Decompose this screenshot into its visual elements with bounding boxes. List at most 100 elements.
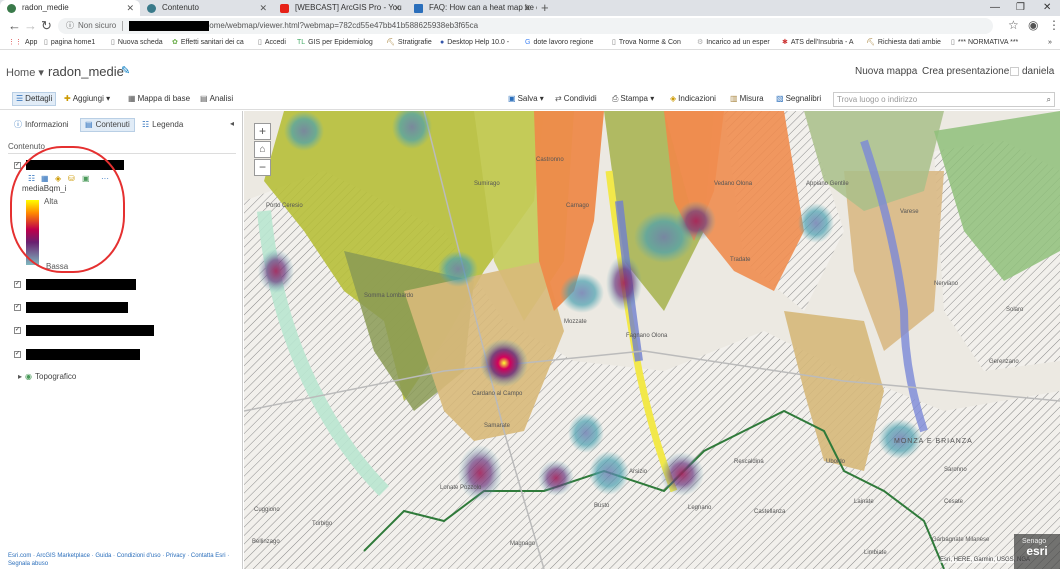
bookmark-item[interactable]: ▯ Nuova scheda bbox=[111, 37, 163, 49]
create-presentation-link[interactable]: Crea presentazione bbox=[922, 66, 1009, 77]
bookmark-item[interactable]: ▯ Accedi bbox=[258, 37, 286, 49]
contents-icon: ▤ bbox=[85, 120, 93, 129]
avatar[interactable] bbox=[1010, 67, 1019, 76]
add-button[interactable]: ✚ Aggiungi ▾ bbox=[64, 93, 110, 105]
forward-icon[interactable]: → bbox=[24, 18, 37, 33]
bookmark-item[interactable]: TL GIS per Epidemiolog bbox=[297, 37, 373, 49]
bookmark-item[interactable]: ⛏ Stratigrafie bbox=[386, 37, 432, 49]
share-icon: ⇄ bbox=[555, 94, 562, 103]
tab-contenuto[interactable]: Contenuto ✕ bbox=[140, 0, 273, 16]
page-icon: ▯ bbox=[951, 39, 955, 46]
bookmark-item[interactable]: ▯ pagina home1 bbox=[44, 37, 95, 49]
menu-icon[interactable]: ⋮ bbox=[1048, 18, 1060, 32]
place-label: Porto Ceresio bbox=[266, 203, 303, 209]
bookmark-item[interactable]: ● Desktop Help 10.0 - bbox=[440, 37, 509, 49]
place-label: Appiano Gentile bbox=[806, 181, 849, 187]
layer-checkbox[interactable]: ✓ bbox=[14, 281, 21, 288]
place-label: Mozzate bbox=[564, 319, 587, 325]
gear-icon: ⚙ bbox=[697, 39, 704, 46]
back-icon[interactable]: ← bbox=[8, 18, 21, 33]
place-label: Magnago bbox=[510, 541, 536, 547]
bookmark-item[interactable]: ⛏ Richiesta dati ambie bbox=[866, 37, 941, 49]
page-icon: ▯ bbox=[111, 39, 115, 46]
new-map-link[interactable]: Nuova mappa bbox=[855, 66, 917, 77]
home-menu[interactable]: Home ▾ bbox=[6, 66, 44, 79]
minimize-button[interactable]: — bbox=[990, 0, 1000, 15]
place-label: Cesate bbox=[944, 499, 964, 505]
print-icon: ⎙ bbox=[612, 94, 619, 103]
place-label: Castellanza bbox=[754, 509, 786, 515]
search-input[interactable]: Trova luogo o indirizzo ⌕ bbox=[833, 92, 1055, 107]
bookmark-item[interactable]: ⚙ Incarico ad un esper bbox=[697, 37, 770, 49]
basemap-layer-item[interactable]: ▸ ◉ Topografico bbox=[18, 372, 76, 381]
star-icon[interactable]: ☆ bbox=[1008, 18, 1019, 32]
maximize-button[interactable]: ❐ bbox=[1016, 0, 1025, 15]
redacted-layer-name bbox=[26, 279, 136, 290]
close-window-button[interactable]: ✕ bbox=[1043, 0, 1051, 15]
info-icon: ⓘ bbox=[14, 120, 22, 129]
measure-button[interactable]: ▥ Misura bbox=[730, 93, 764, 105]
share-button[interactable]: ⇄ Condividi bbox=[555, 93, 597, 105]
analysis-icon: ▤ bbox=[200, 94, 208, 103]
reload-icon[interactable]: ↻ bbox=[41, 18, 52, 33]
map-view[interactable]: Porto Ceresio Sumirago Castronno Carnago… bbox=[244, 111, 1060, 569]
place-label: Somma Lombardo bbox=[364, 293, 414, 299]
layer-checkbox[interactable]: ✓ bbox=[14, 304, 21, 311]
bookmark-item[interactable]: Gdote lavoro regione bbox=[525, 37, 593, 49]
close-icon[interactable]: ✕ bbox=[259, 0, 267, 16]
bookmark-item[interactable]: ▯ *** NORMATIVA *** bbox=[951, 37, 1018, 49]
close-icon[interactable]: ✕ bbox=[523, 0, 531, 16]
place-label: Tradate bbox=[730, 257, 751, 263]
browser-tab-bar: radon_medie ✕ Contenuto ✕ [WEBCAST] ArcG… bbox=[0, 0, 1060, 16]
arcgis-globe-icon bbox=[7, 4, 16, 13]
new-tab-button[interactable]: + bbox=[541, 0, 549, 15]
tab-webcast[interactable]: [WEBCAST] ArcGIS Pro - You ✕ bbox=[273, 0, 407, 16]
footer-links[interactable]: Esri.com · ArcGIS Marketplace · Guida · … bbox=[8, 552, 233, 568]
url-input[interactable]: ⓘ Non sicuro ome/webmap/viewer.html?webmap… bbox=[58, 18, 993, 34]
info-icon: ⓘ bbox=[66, 21, 74, 30]
bookmarks-button[interactable]: ▧ Segnalibri bbox=[776, 93, 821, 105]
details-button[interactable]: ☰ Dettagli bbox=[12, 92, 57, 106]
measure-icon: ▥ bbox=[730, 94, 738, 103]
close-icon[interactable]: ✕ bbox=[393, 0, 401, 16]
zoom-out-button[interactable]: − bbox=[254, 159, 271, 176]
bookmark-item[interactable]: ✿ Effetti sanitari dei ca bbox=[172, 37, 244, 49]
layer-checkbox[interactable]: ✓ bbox=[14, 351, 21, 358]
print-button[interactable]: ⎙ Stampa ▾ bbox=[612, 93, 654, 105]
more-bookmarks-icon[interactable]: » bbox=[1048, 37, 1052, 49]
pick-icon: ⛏ bbox=[386, 39, 395, 46]
layer-checkbox[interactable]: ✓ bbox=[14, 327, 21, 334]
collapse-panel-icon[interactable]: ◂ bbox=[230, 119, 234, 128]
map-canvas[interactable]: Porto Ceresio Sumirago Castronno Carnago… bbox=[244, 111, 1060, 569]
basemap-button[interactable]: ▦ Mappa di base bbox=[128, 93, 190, 105]
red-annotation-circle bbox=[10, 146, 125, 273]
tab-faq[interactable]: FAQ: How can a heat map be cr ✕ bbox=[407, 0, 537, 16]
user-name[interactable]: daniela bbox=[1022, 66, 1054, 77]
place-label: Lainate bbox=[854, 499, 874, 505]
close-icon[interactable]: ✕ bbox=[126, 0, 134, 16]
bookmark-item[interactable]: ▯ Trova Norme & Con bbox=[612, 37, 681, 49]
tab-legend[interactable]: ☷ Legenda bbox=[142, 119, 183, 131]
tab-contents[interactable]: ▤ Contenuti bbox=[80, 118, 135, 132]
zoom-in-button[interactable]: + bbox=[254, 123, 271, 140]
analysis-button[interactable]: ▤ Analisi bbox=[200, 93, 233, 105]
tab-radon-medie[interactable]: radon_medie ✕ bbox=[0, 0, 140, 16]
search-icon[interactable]: ⌕ bbox=[1047, 93, 1051, 106]
tab-info[interactable]: ⓘ Informazioni bbox=[14, 119, 69, 131]
profile-icon[interactable]: ◉ bbox=[1028, 18, 1038, 32]
edit-pencil-icon[interactable]: ✎ bbox=[121, 64, 130, 77]
bookmark-item[interactable]: ✱ ATS dell'Insubria - A bbox=[782, 37, 854, 49]
directions-icon: ◈ bbox=[670, 94, 677, 103]
url-text: ome/webmap/viewer.html?webmap=782cd55e47… bbox=[209, 21, 479, 30]
place-label: Samarate bbox=[484, 423, 511, 429]
directions-button[interactable]: ◈ Indicazioni bbox=[670, 93, 716, 105]
expand-arrow-icon[interactable]: ▸ bbox=[18, 372, 22, 381]
home-extent-icon[interactable]: ⌂ bbox=[254, 141, 271, 158]
save-button[interactable]: ▣ Salva ▾ bbox=[508, 93, 544, 105]
bookmark-item[interactable]: ⋮⋮ App bbox=[8, 37, 37, 49]
contents-heading: Contenuto bbox=[8, 142, 45, 151]
page-icon: ▯ bbox=[44, 39, 48, 46]
legend-icon: ☷ bbox=[142, 120, 150, 129]
place-label: Bellinzago bbox=[252, 539, 280, 545]
tab-label: Contenuto bbox=[162, 3, 199, 12]
